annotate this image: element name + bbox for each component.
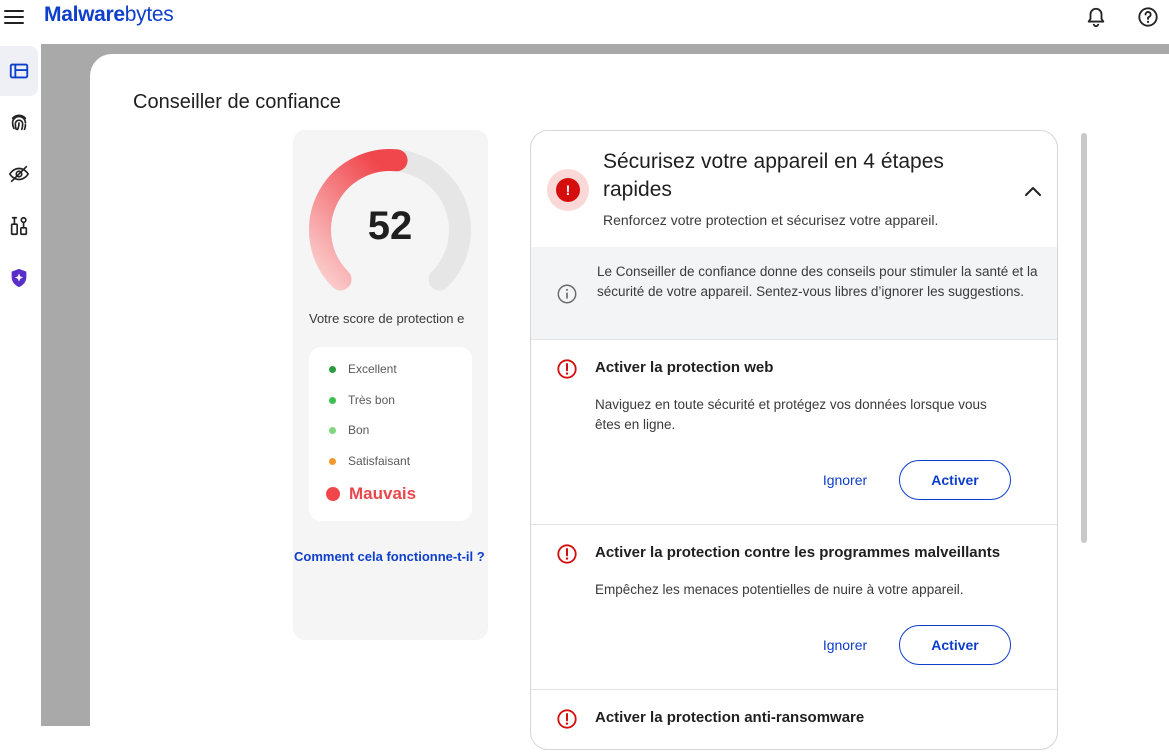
app-logo: Malwarebytes: [44, 3, 174, 27]
legend-dot: [329, 457, 336, 465]
alert-circle-icon: [556, 543, 578, 565]
task-malware-protection: Activer la protection contre les program…: [531, 525, 1057, 690]
legend-dot: [329, 396, 336, 404]
legend-item-excellent: Excellent: [329, 362, 397, 376]
info-box: Le Conseiller de confiance donne des con…: [531, 247, 1057, 340]
task-web-protection: Activer la protection web Naviguez en to…: [531, 340, 1057, 525]
task-title: Activer la protection web: [595, 359, 774, 376]
legend-item-tres-bon: Très bon: [329, 393, 395, 407]
help-icon[interactable]: [1137, 6, 1159, 28]
task-ransomware-protection: Activer la protection anti-ransomware: [531, 690, 1057, 749]
ignore-button[interactable]: Ignorer: [811, 626, 879, 664]
legend-dot: [329, 426, 336, 434]
legend-label: Excellent: [348, 362, 397, 376]
steps-title: Sécurisez votre appareil en 4 étapes rap…: [603, 150, 944, 201]
score-value: 52: [367, 204, 413, 248]
task-title: Activer la protection contre les program…: [595, 544, 1001, 561]
how-it-works-link[interactable]: Comment cela fonctionne-t-il ?: [294, 549, 485, 564]
legend-label: Bon: [348, 423, 370, 437]
fingerprint-icon: [11, 114, 27, 131]
legend-item-bon: Bon: [329, 423, 369, 437]
task-description: Empêchez les menaces potentielles de nui…: [595, 582, 964, 597]
logo-main: Malware: [44, 3, 125, 26]
info-text: Le Conseiller de confiance donne des con…: [597, 264, 1038, 299]
legend-item-satisfaisant: Satisfaisant: [329, 454, 410, 468]
left-nav: [0, 44, 41, 726]
shield-sparkle-icon: [11, 268, 27, 288]
nav-identity[interactable]: [0, 97, 38, 147]
nav-trusted-advisor[interactable]: [0, 253, 38, 303]
dashboard-icon: [9, 63, 29, 79]
legend-label: Satisfaisant: [348, 454, 411, 468]
chevron-up-icon[interactable]: [1021, 181, 1045, 201]
info-icon: [556, 283, 578, 310]
legend-label-current: Mauvais: [349, 484, 417, 503]
task-title: Activer la protection anti-ransomware: [595, 709, 865, 726]
legend-dot: [329, 365, 336, 373]
nav-dashboard[interactable]: [0, 46, 38, 96]
top-bar: Malwarebytes: [0, 0, 1169, 44]
task-description: Naviguez en toute sécurité et protégez v…: [595, 397, 987, 432]
logo-light: bytes: [124, 3, 174, 26]
score-legend: Excellent Très bon Bon Satisfaisant Mauv…: [309, 347, 472, 521]
nav-privacy[interactable]: [0, 149, 38, 199]
menu-icon[interactable]: [3, 6, 25, 28]
steps-card: ! Sécurisez votre appareil en 4 étapes r…: [530, 130, 1058, 750]
steps-subtitle: Renforcez votre protection et sécurisez …: [603, 212, 939, 228]
activate-button[interactable]: Activer: [899, 625, 1011, 665]
legend-label: Très bon: [348, 393, 395, 407]
legend-dot-current: [326, 487, 340, 501]
exclamation-icon: !: [556, 178, 580, 202]
activate-button[interactable]: Activer: [899, 460, 1011, 500]
alert-badge: !: [547, 169, 589, 211]
alert-circle-icon: [556, 358, 578, 380]
alert-circle-icon: [556, 708, 578, 730]
legend-item-mauvais: Mauvais: [326, 484, 417, 504]
scrollbar-thumb[interactable]: [1081, 133, 1087, 543]
tools-icon: [10, 216, 28, 236]
score-label: Votre score de protection e: [309, 311, 465, 326]
ignore-button[interactable]: Ignorer: [811, 461, 879, 499]
page-title: Conseiller de confiance: [133, 91, 341, 113]
nav-tools[interactable]: [0, 201, 38, 251]
bell-icon[interactable]: [1085, 6, 1107, 28]
eye-slash-icon: [8, 165, 30, 183]
